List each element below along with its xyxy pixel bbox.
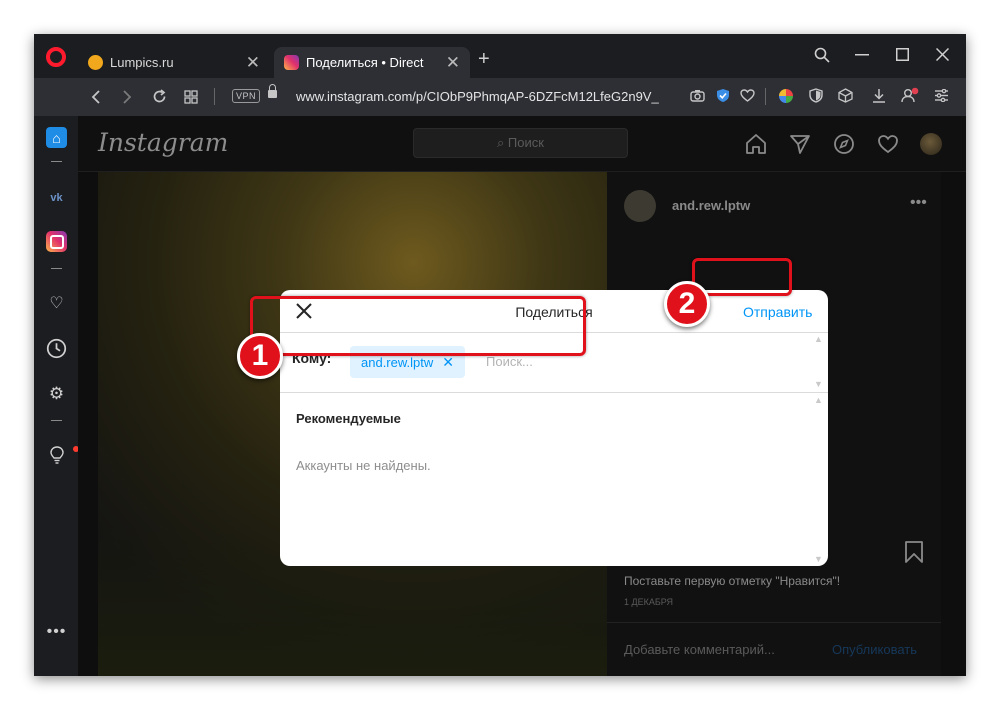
scroll-up-arrow-icon[interactable]: ▲ bbox=[814, 396, 823, 405]
extension-color-icon[interactable] bbox=[779, 89, 793, 103]
tab-bar: Lumpics.ru ✕ Поделиться • Direct ✕ + bbox=[34, 34, 966, 78]
tab-close-icon[interactable]: ✕ bbox=[246, 54, 260, 71]
step1-badge: 1 bbox=[237, 333, 283, 379]
instagram-icon[interactable] bbox=[46, 231, 67, 252]
lumpics-favicon-icon bbox=[88, 55, 103, 70]
likes-text: Поставьте первую отметку "Нравится"! bbox=[624, 574, 841, 588]
post-date: 1 ДЕКАБРЯ bbox=[624, 597, 674, 607]
suggested-heading: Рекомендуемые bbox=[296, 411, 401, 426]
forward-icon[interactable] bbox=[122, 90, 132, 104]
more-dots-icon[interactable]: ••• bbox=[46, 621, 67, 642]
tab-title: Поделиться • Direct bbox=[306, 55, 424, 70]
remove-recipient-icon[interactable]: ✕ bbox=[442, 354, 454, 371]
avatar[interactable] bbox=[624, 190, 656, 222]
download-icon[interactable] bbox=[872, 88, 886, 103]
profile-icon[interactable] bbox=[901, 87, 919, 104]
scroll-down-arrow-icon[interactable]: ▼ bbox=[814, 555, 823, 564]
divider bbox=[214, 88, 215, 105]
speed-dial-icon[interactable] bbox=[184, 90, 198, 104]
activity-heart-icon[interactable] bbox=[877, 133, 899, 155]
recipient-name: and.rew.lptw bbox=[361, 354, 434, 370]
tab-search-icon[interactable] bbox=[814, 47, 830, 63]
direct-send-icon[interactable] bbox=[789, 133, 811, 155]
instagram-page: Instagram ⌕ Поиск and.rew.lptw ••• Поста… bbox=[78, 116, 966, 676]
step1-highlight bbox=[250, 296, 586, 356]
lock-icon[interactable] bbox=[268, 84, 277, 98]
tab-close-icon[interactable]: ✕ bbox=[446, 54, 460, 71]
profile-avatar[interactable] bbox=[920, 133, 942, 155]
back-icon[interactable] bbox=[91, 90, 101, 104]
reload-icon[interactable] bbox=[152, 89, 167, 104]
divider bbox=[607, 622, 941, 623]
empty-state-text: Аккаунты не найдены. bbox=[296, 458, 431, 473]
recipient-search-input[interactable] bbox=[486, 354, 636, 369]
sidebar-separator bbox=[51, 420, 62, 421]
window-close-icon[interactable] bbox=[936, 48, 949, 61]
lightbulb-icon[interactable] bbox=[46, 444, 79, 465]
address-bar: VPN www.instagram.com/p/CIObP9PhmqAP-6DZ… bbox=[34, 78, 966, 116]
post-more-options[interactable]: ••• bbox=[910, 194, 927, 212]
explore-compass-icon[interactable] bbox=[833, 133, 855, 155]
opera-logo-icon[interactable] bbox=[46, 47, 66, 67]
tab-lumpics[interactable]: Lumpics.ru ✕ bbox=[78, 47, 270, 78]
sidebar-separator bbox=[51, 268, 62, 269]
step2-badge: 2 bbox=[664, 281, 710, 327]
sidebar-separator bbox=[51, 161, 62, 162]
instagram-logo[interactable]: Instagram bbox=[98, 128, 228, 157]
instagram-header: Instagram ⌕ Поиск bbox=[78, 116, 966, 172]
new-tab-button[interactable]: + bbox=[478, 49, 490, 69]
vpn-badge[interactable]: VPN bbox=[232, 89, 261, 103]
opera-sidebar: ⌂ vk ♡ ⚙ ••• bbox=[34, 116, 79, 676]
home-icon[interactable]: ⌂ bbox=[46, 127, 67, 148]
minimize-icon[interactable] bbox=[855, 54, 869, 56]
comment-input[interactable]: Добавьте комментарий... bbox=[624, 642, 775, 657]
history-clock-icon[interactable] bbox=[46, 338, 67, 359]
publish-comment-button[interactable]: Опубликовать bbox=[832, 642, 917, 657]
adblock-shield-icon[interactable] bbox=[809, 88, 823, 103]
settings-gear-icon[interactable]: ⚙ bbox=[46, 383, 67, 404]
divider bbox=[765, 88, 766, 105]
scroll-up-arrow-icon[interactable]: ▲ bbox=[814, 335, 823, 344]
bookmark-icon[interactable] bbox=[903, 540, 925, 564]
camera-icon[interactable] bbox=[690, 89, 705, 102]
instagram-search-input[interactable]: ⌕ Поиск bbox=[413, 128, 628, 158]
cube-icon[interactable] bbox=[838, 88, 853, 103]
post-username[interactable]: and.rew.lptw bbox=[672, 198, 750, 213]
easy-setup-icon[interactable] bbox=[934, 89, 949, 102]
instagram-favicon-icon bbox=[284, 55, 299, 70]
heart-outline-icon[interactable] bbox=[740, 89, 755, 102]
divider bbox=[280, 392, 828, 393]
heart-icon[interactable]: ♡ bbox=[46, 293, 67, 314]
send-button[interactable]: Отправить bbox=[743, 304, 812, 320]
scroll-down-arrow-icon[interactable]: ▼ bbox=[814, 380, 823, 389]
maximize-icon[interactable] bbox=[896, 48, 909, 61]
vk-icon[interactable]: vk bbox=[46, 188, 67, 209]
tab-title: Lumpics.ru bbox=[110, 55, 174, 70]
home-nav-icon[interactable] bbox=[745, 133, 767, 155]
url-field[interactable]: www.instagram.com/p/CIObP9PhmqAP-6DZFcM1… bbox=[296, 89, 686, 104]
tab-instagram-direct[interactable]: Поделиться • Direct ✕ bbox=[274, 47, 470, 78]
shield-check-icon[interactable] bbox=[716, 88, 730, 103]
step2-highlight bbox=[692, 258, 792, 296]
